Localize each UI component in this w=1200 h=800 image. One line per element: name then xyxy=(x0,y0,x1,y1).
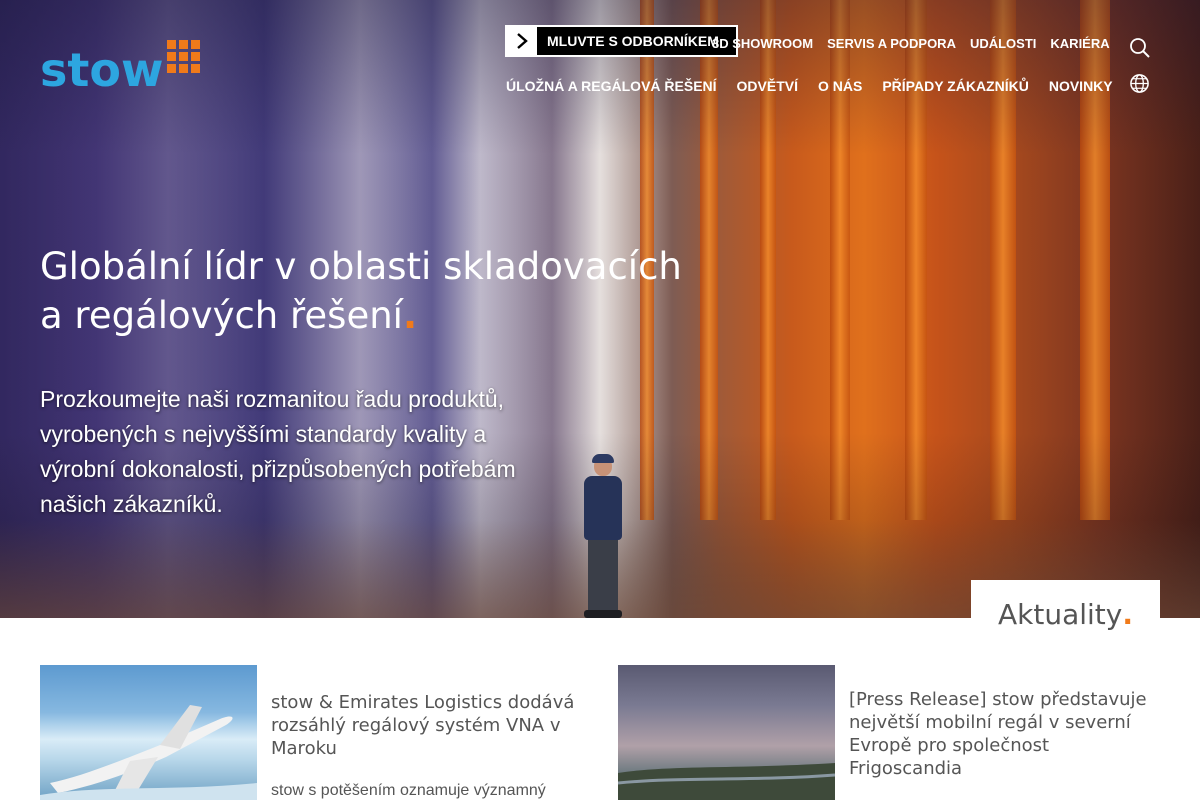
news-card[interactable]: [Press Release] stow představuje největš… xyxy=(618,665,1160,800)
stow-logo[interactable]: stow xyxy=(40,40,210,100)
nav-news[interactable]: NOVINKY xyxy=(1049,78,1113,94)
hero-title: Globální lídr v oblasti skladovacích a r… xyxy=(40,242,700,340)
news-card[interactable]: stow & Emirates Logistics dodává rozsáhl… xyxy=(40,665,580,800)
talk-to-expert-button[interactable]: MLUVTE S ODBORNÍKEM xyxy=(505,25,738,57)
hero-title-line2: a regálových řešení xyxy=(40,294,403,337)
news-section-title: Aktuality. xyxy=(998,597,1133,631)
news-section-header: Aktuality. xyxy=(971,580,1160,636)
main-nav: ÚLOŽNÁ A REGÁLOVÁ ŘEŠENÍ ODVĚTVÍ O NÁS P… xyxy=(506,78,1113,94)
search-icon[interactable] xyxy=(1129,37,1151,59)
nav-industries[interactable]: ODVĚTVÍ xyxy=(737,78,798,94)
accent-dot: . xyxy=(402,294,418,337)
nav-events[interactable]: UDÁLOSTI xyxy=(970,36,1036,51)
news-image-airplane[interactable] xyxy=(40,665,257,800)
logo-wordmark: stow xyxy=(40,43,164,97)
nav-case-studies[interactable]: PŘÍPADY ZÁKAZNÍKŮ xyxy=(882,78,1029,94)
nav-storage-solutions[interactable]: ÚLOŽNÁ A REGÁLOVÁ ŘEŠENÍ xyxy=(506,78,717,94)
globe-icon[interactable] xyxy=(1129,73,1151,95)
hero-person-image xyxy=(578,454,628,618)
nav-service-support[interactable]: SERVIS A PODPORA xyxy=(827,36,956,51)
news-title[interactable]: [Press Release] stow představuje největš… xyxy=(849,688,1154,780)
utility-nav: 3D SHOWROOM SERVIS A PODPORA UDÁLOSTI KA… xyxy=(712,36,1110,51)
nav-career[interactable]: KARIÉRA xyxy=(1050,36,1109,51)
hero-title-line1: Globální lídr v oblasti skladovacích xyxy=(40,245,682,288)
cta-label: MLUVTE S ODBORNÍKEM xyxy=(547,33,719,49)
news-title[interactable]: stow & Emirates Logistics dodává rozsáhl… xyxy=(271,691,581,760)
nav-about[interactable]: O NÁS xyxy=(818,78,862,94)
hero-subtitle: Prozkoumejte naši rozmanitou řadu produk… xyxy=(40,386,516,517)
logo-grid-icon xyxy=(167,40,200,73)
news-image-landscape[interactable] xyxy=(618,665,835,800)
nav-3d-showroom[interactable]: 3D SHOWROOM xyxy=(712,36,813,51)
news-excerpt: stow s potěšením oznamuje významný xyxy=(271,782,546,799)
chevron-right-icon xyxy=(507,27,537,55)
